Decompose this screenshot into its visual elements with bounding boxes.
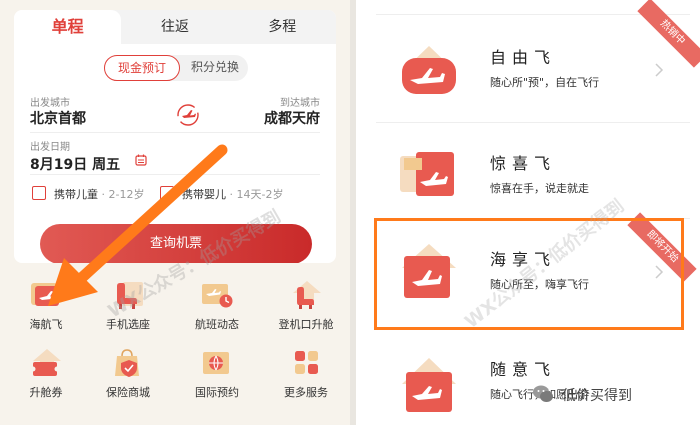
divider: [30, 174, 320, 175]
tab-one-way[interactable]: 单程: [14, 10, 122, 44]
booking-panel: 单程 往返 多程 现金预订 积分兑换 出发城市 北京首都 到达城市 成都天府 出…: [0, 0, 350, 425]
divider: [30, 132, 320, 133]
child-age: · 2-12岁: [101, 188, 145, 201]
casual-fly-icon: [402, 358, 456, 412]
payment-toggle: 现金预订 积分兑换: [104, 55, 248, 81]
service-label: 手机选座: [106, 318, 150, 331]
child-checkbox[interactable]: [32, 186, 46, 200]
wechat-icon: [533, 385, 553, 402]
divider: [376, 122, 690, 123]
points-redeem-option[interactable]: 积分兑换: [182, 55, 248, 81]
infant-label: 携带婴儿: [182, 188, 226, 201]
product-list-panel: 自由飞 随心所"预"，自在飞行 热销中 惊喜飞 惊喜在手，说走就走 海享飞 随心…: [356, 0, 700, 425]
product-casual-fly[interactable]: 随意飞 随心飞行，如愿出游: [386, 334, 676, 425]
brand-label: 低价买得到: [562, 388, 632, 404]
tab-multi-city[interactable]: 多程: [229, 10, 336, 44]
service-label: 保险商城: [106, 386, 150, 399]
departure-date-label: 出发日期: [30, 142, 70, 153]
international-booking-icon: [203, 352, 229, 374]
service-label: 登机口升舱: [278, 318, 334, 331]
upgrade-coupon-icon: [30, 349, 61, 376]
calendar-icon[interactable]: [135, 154, 147, 166]
departure-city[interactable]: 北京首都: [30, 108, 86, 128]
service-label: 升舱券: [29, 386, 63, 399]
child-label: 携带儿童: [54, 188, 98, 201]
departure-date[interactable]: 8月19日 周五: [30, 154, 120, 174]
infant-age: · 14天-2岁: [229, 188, 284, 201]
product-title: 随意飞: [490, 360, 557, 379]
trip-type-tabs: 单程 往返 多程: [14, 10, 336, 44]
flight-search-card: 单程 往返 多程 现金预订 积分兑换 出发城市 北京首都 到达城市 成都天府 出…: [14, 10, 336, 263]
service-insurance-shop[interactable]: 保险商城: [88, 348, 168, 400]
service-more[interactable]: 更多服务: [266, 348, 346, 400]
product-surprise-fly[interactable]: 惊喜飞 惊喜在手，说走就走: [386, 128, 676, 228]
tab-round-trip[interactable]: 往返: [121, 10, 228, 44]
service-upgrade-coupon[interactable]: 升舱券: [6, 348, 86, 400]
flight-status-icon: [202, 284, 233, 308]
swap-cities-icon[interactable]: [176, 103, 200, 127]
service-gate-upgrade[interactable]: 登机口升舱: [266, 280, 346, 332]
service-label: 国际预约: [195, 386, 239, 399]
product-title: 自由飞: [490, 48, 557, 67]
cash-booking-option[interactable]: 现金预订: [104, 55, 180, 81]
child-option: 携带儿童 · 2-12岁: [54, 186, 144, 202]
service-label: 更多服务: [284, 386, 328, 399]
gate-upgrade-icon: [293, 281, 321, 309]
insurance-shop-icon: [115, 349, 139, 377]
free-fly-icon: [402, 46, 456, 94]
chevron-right-icon: [655, 63, 664, 77]
service-flight-status[interactable]: 航班动态: [177, 280, 257, 332]
service-hainan-fly[interactable]: 海航飞: [6, 280, 86, 332]
surprise-fly-icon: [400, 152, 454, 196]
service-international-booking[interactable]: 国际预约: [177, 348, 257, 400]
arrival-city-label: 到达城市: [280, 98, 320, 109]
infant-option: 携带婴儿 · 14天-2岁: [182, 186, 283, 202]
arrival-city[interactable]: 成都天府: [264, 108, 320, 128]
infant-checkbox[interactable]: [160, 186, 174, 200]
departure-city-label: 出发城市: [30, 98, 70, 109]
product-subtitle: 惊喜在手，说走就走: [490, 182, 589, 195]
hainan-fly-icon: [31, 283, 59, 306]
service-label: 海航飞: [29, 318, 63, 331]
product-subtitle: 随心所"预"，自在飞行: [490, 76, 600, 89]
product-free-fly[interactable]: 自由飞 随心所"预"，自在飞行: [386, 22, 676, 122]
product-title: 惊喜飞: [490, 154, 557, 173]
service-label: 航班动态: [195, 318, 239, 331]
more-services-icon: [295, 351, 318, 374]
